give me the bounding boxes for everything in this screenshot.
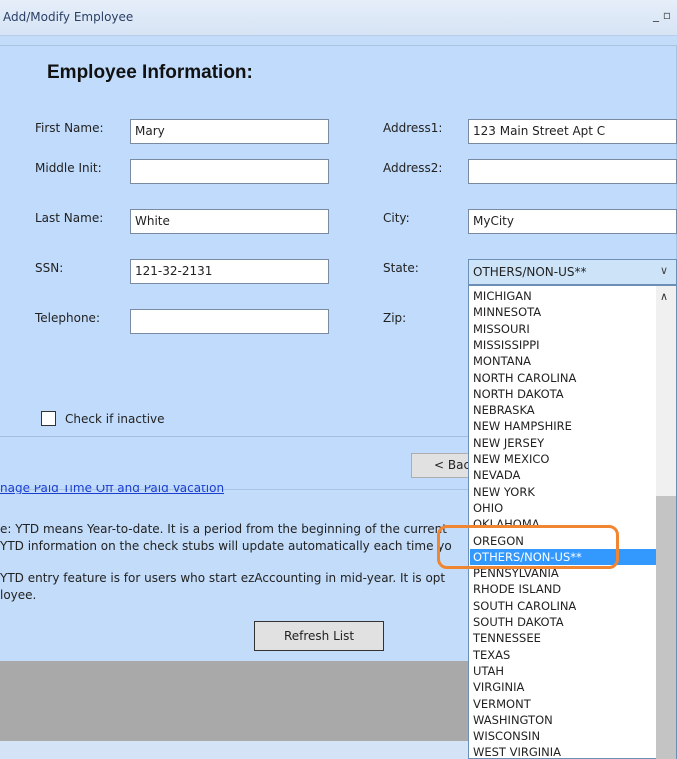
state-select-value: OTHERS/NON-US** <box>473 265 587 279</box>
chevron-up-icon[interactable]: ∧ <box>660 290 668 303</box>
state-option[interactable]: NEW YORK <box>470 484 656 500</box>
note-line: YTD information on the check stubs will … <box>0 539 452 553</box>
state-option[interactable]: NEBRASKA <box>470 402 656 418</box>
state-option[interactable]: MISSOURI <box>470 321 656 337</box>
inactive-checkbox[interactable] <box>41 411 56 426</box>
state-option[interactable]: WISCONSIN <box>470 728 656 744</box>
city-label: City: <box>383 211 410 225</box>
address2-label: Address2: <box>383 161 443 175</box>
ssn-label: SSN: <box>35 261 64 275</box>
address1-input[interactable]: 123 Main Street Apt C <box>468 119 677 144</box>
middle-init-input[interactable] <box>130 159 329 184</box>
state-option[interactable]: MISSISSIPPI <box>470 337 656 353</box>
state-option[interactable]: NEW MEXICO <box>470 451 656 467</box>
last-name-label: Last Name: <box>35 211 104 225</box>
state-option[interactable]: VIRGINIA <box>470 679 656 695</box>
annotation-highlight <box>437 525 619 569</box>
state-dropdown-list[interactable]: MICHIGAN MINNESOTA MISSOURI MISSISSIPPI MONT… <box>468 285 677 759</box>
last-name-input[interactable]: White <box>130 209 329 234</box>
first-name-input[interactable]: Mary <box>130 119 329 144</box>
city-input[interactable]: MyCity <box>468 209 677 234</box>
state-option[interactable]: TEXAS <box>470 647 656 663</box>
page-title: Employee Information: <box>47 62 253 83</box>
state-label: State: <box>383 261 419 275</box>
address1-label: Address1: <box>383 121 443 135</box>
zip-label: Zip: <box>383 311 407 325</box>
state-option[interactable]: NORTH CAROLINA <box>470 370 656 386</box>
note-line: YTD entry feature is for users who start… <box>0 571 446 585</box>
window-controls[interactable]: _ ▫ <box>653 8 671 22</box>
state-option[interactable]: MONTANA <box>470 353 656 369</box>
note-line: e: YTD means Year-to-date. It is a perio… <box>0 522 447 536</box>
state-option[interactable]: SOUTH DAKOTA <box>470 614 656 630</box>
chevron-down-icon: ∨ <box>659 264 668 277</box>
note-line: loyee. <box>0 588 37 602</box>
inactive-label: Check if inactive <box>65 412 165 426</box>
state-option[interactable]: WEST VIRGINIA <box>470 744 656 758</box>
paid-time-off-link[interactable]: nage Paid Time Off and Paid Vacation <box>0 485 224 494</box>
first-name-label: First Name: <box>35 121 104 135</box>
state-option[interactable]: MINNESOTA <box>470 304 656 320</box>
state-option[interactable]: WASHINGTON <box>470 712 656 728</box>
state-option[interactable]: TENNESSEE <box>470 630 656 646</box>
state-option[interactable]: UTAH <box>470 663 656 679</box>
ssn-input[interactable]: 121-32-2131 <box>130 259 329 284</box>
state-select[interactable]: OTHERS/NON-US** ∨ <box>468 259 677 285</box>
telephone-input[interactable] <box>130 309 329 334</box>
state-option[interactable]: NEW JERSEY <box>470 435 656 451</box>
state-option[interactable]: VERMONT <box>470 696 656 712</box>
state-option[interactable]: OHIO <box>470 500 656 516</box>
state-option[interactable]: NEVADA <box>470 467 656 483</box>
state-option[interactable]: RHODE ISLAND <box>470 581 656 597</box>
state-option[interactable]: MICHIGAN <box>470 288 656 304</box>
telephone-label: Telephone: <box>35 311 100 325</box>
state-option[interactable]: NORTH DAKOTA <box>470 386 656 402</box>
scrollbar-thumb[interactable] <box>656 496 676 759</box>
address2-input[interactable] <box>468 159 677 184</box>
middle-init-label: Middle Init: <box>35 161 102 175</box>
window-title: Add/Modify Employee <box>3 10 134 24</box>
state-option[interactable]: NEW HAMPSHIRE <box>470 418 656 434</box>
refresh-list-button[interactable]: Refresh List <box>254 621 384 651</box>
state-option[interactable]: SOUTH CAROLINA <box>470 598 656 614</box>
